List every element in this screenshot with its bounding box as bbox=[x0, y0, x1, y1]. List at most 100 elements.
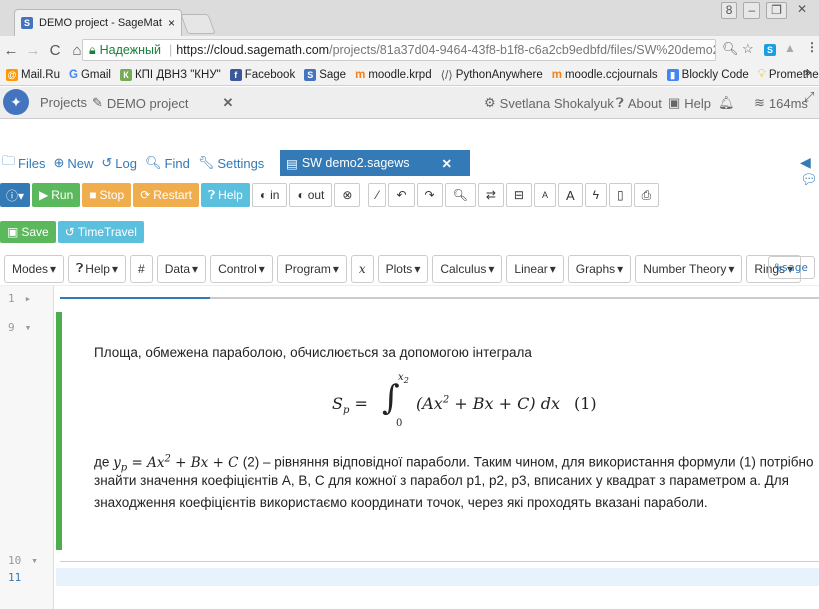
support-icon: ▣ bbox=[668, 95, 681, 110]
find-button[interactable]: 🔍︎ Find bbox=[145, 155, 190, 171]
settings-button[interactable]: 🔧︎ Settings bbox=[198, 155, 265, 171]
delete-output-button[interactable]: ⊗ bbox=[334, 183, 361, 207]
mode-tag[interactable]: %sage bbox=[767, 256, 815, 279]
replace-button[interactable]: ⇄ bbox=[477, 183, 504, 207]
line-number: 11 bbox=[8, 571, 22, 584]
file-action-bar: 🗀︎ Files ⊕ New ↺ Log 🔍︎ Find 🔧︎ Settings bbox=[0, 150, 264, 176]
bookmark-moodle-krpd[interactable]: m moodle.krpd bbox=[355, 69, 432, 81]
nav-project-tab[interactable]: ✎ DEMO project ✕ bbox=[92, 95, 233, 111]
bookmark-sage[interactable]: S Sage bbox=[304, 68, 346, 81]
help-button[interactable]: ❓︎ Help bbox=[200, 183, 250, 207]
bookmarks-bar: @ Mail.Ru G Gmail К КПІ ДВНЗ "КНУ" f Faceboo… bbox=[0, 64, 819, 86]
sage-icon: S bbox=[304, 68, 317, 81]
skype-extension-icon[interactable]: S bbox=[764, 44, 776, 56]
close-file-icon[interactable]: ✕ bbox=[442, 156, 452, 171]
menu-control[interactable]: Control ▾ bbox=[210, 254, 273, 283]
bookmark-kpi[interactable]: К КПІ ДВНЗ "КНУ" bbox=[119, 68, 221, 81]
question-icon: ❓︎ bbox=[616, 95, 624, 110]
line-number: 1 ▸ bbox=[8, 292, 32, 305]
split-view-button[interactable]: ⊟ bbox=[505, 183, 532, 207]
nav-about[interactable]: ❓︎ About bbox=[616, 95, 662, 111]
bookmark-mailru[interactable]: @ Mail.Ru bbox=[6, 68, 60, 81]
new-tab-button[interactable] bbox=[180, 14, 216, 34]
nav-projects[interactable]: Projects bbox=[40, 95, 87, 110]
toggle-icon: ◐ bbox=[259, 188, 268, 202]
google-icon: G bbox=[68, 68, 78, 81]
font-larger-button[interactable]: A bbox=[557, 183, 583, 207]
run-button[interactable]: ▶ Run bbox=[32, 183, 81, 207]
question-icon: ❓︎ bbox=[207, 187, 216, 202]
menu-variable[interactable]: x bbox=[350, 254, 374, 283]
open-file-tab[interactable]: ▤ SW demo2.sagews ✕ bbox=[280, 150, 470, 176]
bookmark-blockly[interactable]: ▮ Blockly Code bbox=[666, 68, 749, 81]
sync-button[interactable]: ϟ bbox=[584, 183, 607, 207]
browser-tab[interactable]: S DEMO project - SageMat × bbox=[14, 9, 182, 36]
forward-icon[interactable]: → bbox=[22, 42, 44, 59]
close-icon[interactable]: × bbox=[168, 16, 175, 30]
print-icon: ⎙ bbox=[641, 187, 652, 202]
caret-down-icon: ▾ bbox=[258, 261, 265, 276]
nav-help[interactable]: ▣ Help bbox=[668, 95, 711, 111]
font-smaller-button[interactable]: A bbox=[533, 183, 556, 207]
stop-button[interactable]: ■ Stop bbox=[82, 183, 132, 207]
reload-icon[interactable]: C bbox=[44, 42, 66, 59]
profile-button[interactable]: 8 bbox=[720, 2, 738, 19]
sagemath-logo-icon[interactable]: ✦ bbox=[3, 89, 29, 115]
caret-down-icon: ▾ bbox=[50, 261, 57, 276]
notifications-bell-icon[interactable]: 🔔︎ bbox=[718, 95, 735, 111]
output-paragraph-2-line2: знайти значення коефіцієнтів A, B, C для… bbox=[94, 473, 789, 488]
bookmarks-more-button[interactable]: » bbox=[805, 67, 811, 79]
bookmark-facebook[interactable]: f Facebook bbox=[229, 68, 295, 81]
menu-linear[interactable]: Linear ▾ bbox=[506, 254, 564, 283]
back-icon[interactable]: ← bbox=[0, 42, 22, 59]
menu-data[interactable]: Data ▾ bbox=[156, 254, 207, 283]
search-icon: 🔍︎ bbox=[452, 188, 468, 202]
menu-comment[interactable]: # bbox=[130, 254, 153, 283]
nav-user[interactable]: ⚙ Svetlana Shokalyuk bbox=[484, 95, 614, 111]
print-button[interactable]: ⎙ bbox=[633, 183, 660, 207]
zoom-icon[interactable]: 🔍︎ bbox=[722, 41, 739, 57]
menu-calculus[interactable]: Calculus ▾ bbox=[432, 254, 503, 283]
worksheet-editor[interactable]: 1 ▸ 9 ▾ 10 ▾ 11 Площа, обмежена параболою, … bbox=[0, 286, 819, 609]
extension-icon[interactable]: ▲ bbox=[784, 41, 796, 55]
minimize-button[interactable]: – bbox=[743, 2, 761, 19]
browser-tab-title: DEMO project - SageMat bbox=[39, 17, 162, 29]
url-input[interactable]: 🔒︎ Надежный | https://cloud.sagemath.com… bbox=[82, 39, 716, 61]
menu-program[interactable]: Program ▾ bbox=[276, 254, 347, 283]
redo-button[interactable]: ↷ bbox=[416, 183, 443, 207]
caret-down-icon: ▾ bbox=[332, 261, 339, 276]
chat-icon[interactable]: ◀💬︎ bbox=[800, 154, 819, 188]
restart-button[interactable]: ⟳ Restart bbox=[133, 183, 199, 207]
fullscreen-icon[interactable]: ⤢ bbox=[804, 89, 814, 105]
timetravel-button[interactable]: ↺ TimeTravel bbox=[57, 221, 144, 243]
active-input-line[interactable] bbox=[56, 568, 819, 586]
bookmark-pythonanywhere[interactable]: ⟨/⟩ PythonAnywhere bbox=[441, 68, 543, 82]
files-button[interactable]: 🗀︎ Files bbox=[2, 152, 45, 174]
maximize-button[interactable]: ❐ bbox=[766, 2, 787, 19]
magic-wand-button[interactable]: ⁄ bbox=[368, 183, 387, 207]
search-button[interactable]: 🔍︎ bbox=[444, 183, 476, 207]
toggle-input-button[interactable]: ◐ in bbox=[251, 183, 288, 207]
toggle-output-button[interactable]: ◐ out bbox=[289, 183, 333, 207]
pdf-button[interactable]: ▯ bbox=[608, 183, 632, 207]
menu-help[interactable]: ❓︎ Help ▾ bbox=[68, 254, 126, 283]
caret-down-icon: ▾ bbox=[192, 261, 199, 276]
caret-down-icon: ▾ bbox=[414, 261, 421, 276]
cell-actions-button[interactable]: ⓘ▾ bbox=[0, 183, 30, 207]
menu-graphs[interactable]: Graphs ▾ bbox=[567, 254, 632, 283]
bookmark-moodle-ccjournals[interactable]: m moodle.ccjournals bbox=[552, 69, 658, 81]
blockly-icon: ▮ bbox=[666, 68, 679, 81]
connection-status[interactable]: ≋ 164ms bbox=[754, 95, 808, 111]
menu-number-theory[interactable]: Number Theory ▾ bbox=[635, 254, 743, 283]
menu-modes[interactable]: Modes ▾ bbox=[4, 254, 65, 283]
window-close-button[interactable]: ✕ bbox=[793, 2, 811, 19]
save-button[interactable]: ▣ Save bbox=[0, 221, 56, 243]
menu-icon[interactable]: ⋮ bbox=[806, 40, 818, 54]
undo-button[interactable]: ↶ bbox=[388, 183, 415, 207]
star-icon[interactable]: ☆ bbox=[742, 41, 754, 57]
new-button[interactable]: ⊕ New bbox=[53, 155, 93, 171]
close-project-icon[interactable]: ✕ bbox=[223, 95, 234, 111]
log-button[interactable]: ↺ Log bbox=[101, 155, 137, 171]
menu-plots[interactable]: Plots ▾ bbox=[377, 254, 429, 283]
bookmark-gmail[interactable]: G Gmail bbox=[69, 69, 111, 81]
